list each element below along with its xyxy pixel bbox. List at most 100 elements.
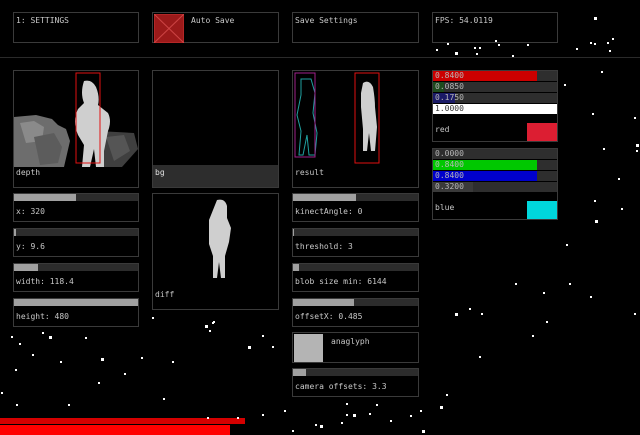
star bbox=[352, 414, 356, 418]
star bbox=[602, 148, 605, 151]
region-slider-label: width: 118.4 bbox=[16, 277, 74, 286]
star bbox=[512, 55, 515, 58]
star bbox=[473, 46, 476, 49]
star bbox=[375, 404, 378, 407]
kinect-slider-fill bbox=[293, 229, 295, 236]
star bbox=[346, 402, 349, 405]
region-slider-label: x: 320 bbox=[16, 207, 45, 216]
star bbox=[566, 244, 569, 247]
region-slider-label: y: 9.6 bbox=[16, 242, 45, 251]
star bbox=[162, 397, 165, 400]
star bbox=[634, 313, 637, 316]
kinect-slider-fill bbox=[293, 299, 355, 306]
depth-image bbox=[14, 71, 138, 167]
blue-channel-value: 0.0000 bbox=[435, 149, 464, 158]
star bbox=[314, 423, 317, 426]
star bbox=[478, 355, 481, 358]
kinect-slider-2[interactable]: blob size min: 6144 bbox=[292, 263, 419, 292]
star bbox=[469, 308, 472, 311]
kinect-slider-fill bbox=[293, 264, 300, 271]
star bbox=[435, 49, 438, 52]
tab-settings[interactable]: 1: SETTINGS bbox=[13, 12, 139, 43]
blue-channel-bar[interactable]: 0.3200 bbox=[433, 182, 557, 192]
autosave-toggle[interactable]: Auto Save bbox=[152, 12, 279, 43]
kinect-slider-1[interactable]: threshold: 3 bbox=[292, 228, 419, 257]
star bbox=[389, 420, 392, 423]
star bbox=[204, 325, 208, 329]
star bbox=[237, 416, 240, 419]
star bbox=[60, 360, 63, 363]
kinect-slider-0[interactable]: kinectAngle: 0 bbox=[292, 193, 419, 222]
star bbox=[49, 336, 53, 340]
star bbox=[620, 207, 623, 210]
red-swatch bbox=[527, 123, 557, 141]
star bbox=[141, 357, 144, 360]
tab-settings-label: 1: SETTINGS bbox=[16, 16, 69, 25]
bg-label: bg bbox=[155, 168, 165, 177]
star bbox=[271, 345, 274, 348]
red-channel-bar[interactable]: 0.8400 bbox=[433, 71, 557, 81]
star bbox=[11, 335, 14, 338]
anaglyph-checkbox[interactable] bbox=[294, 334, 323, 362]
kinect-slider-3[interactable]: offsetX: 0.485 bbox=[292, 298, 419, 327]
star bbox=[543, 291, 546, 294]
depth-view: depth bbox=[13, 70, 139, 188]
red-channel-value: 0.0850 bbox=[435, 82, 464, 91]
blue-channel-bar[interactable]: 0.8400 bbox=[433, 160, 557, 170]
diff-image bbox=[153, 194, 278, 288]
red-channel-bar[interactable]: 0.1750 bbox=[433, 93, 557, 103]
bg-image bbox=[153, 71, 278, 165]
result-image bbox=[293, 71, 418, 165]
star bbox=[207, 417, 210, 420]
result-view: result bbox=[292, 70, 419, 188]
red-channel-bar[interactable]: 1.0000 bbox=[433, 104, 557, 114]
camera-offsets-slider[interactable]: camera offsets: 3.3 bbox=[292, 368, 419, 397]
red-channel-value: 1.0000 bbox=[435, 104, 464, 113]
blue-channel-bar[interactable]: 0.0000 bbox=[433, 149, 557, 159]
star bbox=[617, 177, 620, 180]
kinect-slider-label: offsetX: 0.485 bbox=[295, 312, 363, 321]
camera-offsets-track[interactable] bbox=[293, 369, 418, 376]
star bbox=[262, 334, 265, 337]
blue-color-picker[interactable]: 0.0000 0.8400 0.8400 0.3200 blue bbox=[432, 148, 558, 220]
red-color-picker[interactable]: 0.8400 0.0850 0.1750 1.0000 red bbox=[432, 70, 558, 142]
star bbox=[98, 382, 101, 385]
red-group-label: red bbox=[435, 125, 450, 134]
blue-channel-value: 0.3200 bbox=[435, 182, 464, 191]
blue-group-label: blue bbox=[435, 203, 455, 212]
star bbox=[636, 144, 640, 148]
star bbox=[68, 404, 71, 407]
star bbox=[368, 412, 371, 415]
star bbox=[546, 321, 548, 324]
header-divider bbox=[0, 57, 640, 58]
anaglyph-toggle[interactable]: anaglyph bbox=[292, 332, 419, 363]
region-slider-track[interactable] bbox=[14, 229, 138, 236]
star bbox=[563, 83, 566, 86]
kinect-slider-track[interactable] bbox=[293, 264, 418, 271]
region-slider-3[interactable]: height: 480 bbox=[13, 298, 139, 327]
star bbox=[31, 354, 34, 357]
save-settings-button[interactable]: Save Settings bbox=[292, 12, 419, 43]
star bbox=[589, 41, 592, 44]
progress-bar-bottom bbox=[0, 425, 230, 435]
star bbox=[346, 414, 349, 417]
star bbox=[440, 405, 444, 409]
kinect-slider-track[interactable] bbox=[293, 229, 418, 236]
kinect-slider-label: blob size min: 6144 bbox=[295, 277, 387, 286]
region-slider-0[interactable]: x: 320 bbox=[13, 193, 139, 222]
autosave-checkbox[interactable] bbox=[154, 14, 184, 43]
star bbox=[531, 334, 534, 337]
red-channel-bar[interactable]: 0.0850 bbox=[433, 82, 557, 92]
region-slider-1[interactable]: y: 9.6 bbox=[13, 228, 139, 257]
blue-channel-value: 0.8400 bbox=[435, 171, 464, 180]
result-label: result bbox=[295, 168, 324, 177]
depth-label: depth bbox=[16, 168, 41, 177]
camera-offsets-fill bbox=[293, 369, 306, 376]
region-slider-2[interactable]: width: 118.4 bbox=[13, 263, 139, 292]
anaglyph-label: anaglyph bbox=[331, 337, 370, 346]
blue-channel-bar[interactable]: 0.8400 bbox=[433, 171, 557, 181]
star bbox=[455, 52, 459, 56]
star bbox=[636, 149, 639, 152]
star bbox=[612, 38, 615, 41]
star bbox=[475, 52, 478, 55]
